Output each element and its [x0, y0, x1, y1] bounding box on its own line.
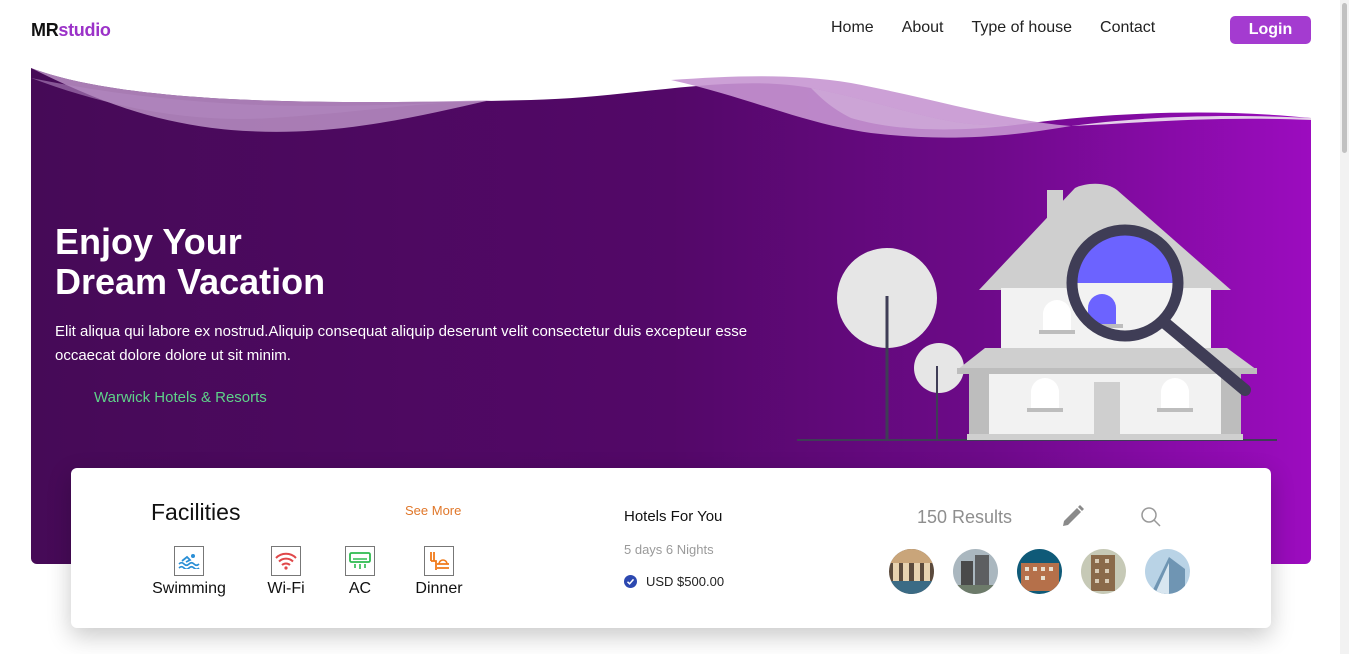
ac-icon — [345, 546, 375, 576]
facility-label: Wi-Fi — [267, 580, 305, 597]
facility-label: AC — [348, 580, 372, 597]
page-scrollbar[interactable] — [1340, 0, 1349, 654]
nav-contact-link[interactable]: Contact — [1100, 19, 1155, 37]
facilities-title: Facilities — [151, 499, 241, 525]
hero-title-line1: Enjoy Your — [55, 221, 242, 262]
facility-dinner[interactable]: Dinner — [414, 546, 464, 598]
pencil-icon[interactable] — [1060, 503, 1086, 534]
brand-logo[interactable]: MRstudio — [31, 20, 111, 41]
facility-wifi[interactable]: Wi-Fi — [263, 546, 309, 598]
wifi-icon — [271, 546, 301, 576]
hero-title-line2: Dream Vacation — [55, 261, 326, 302]
login-button[interactable]: Login — [1230, 16, 1311, 44]
hero-title: Enjoy Your Dream Vacation — [55, 222, 325, 302]
dinner-icon — [424, 546, 454, 576]
search-icon[interactable] — [1140, 506, 1162, 533]
hotels-duration: 5 days 6 Nights — [624, 542, 714, 557]
hotels-title: Hotels For You — [624, 508, 723, 525]
brand-logo-part2: studio — [58, 20, 111, 40]
hero-hotels-link[interactable]: Warwick Hotels & Resorts — [94, 389, 267, 406]
brand-logo-part1: MR — [31, 20, 59, 40]
facility-ac[interactable]: AC — [344, 546, 376, 598]
house-search-illustration — [797, 183, 1277, 441]
hotel-thumbnail-5[interactable] — [1145, 549, 1190, 594]
nav-about-link[interactable]: About — [902, 19, 944, 37]
price-row: USD $500.00 — [624, 574, 724, 589]
facility-label: Dinner — [415, 580, 463, 597]
hotel-thumbnail-2[interactable] — [953, 549, 998, 594]
hotel-thumbnail-4[interactable] — [1081, 549, 1126, 594]
see-more-link[interactable]: See More — [405, 503, 461, 518]
verified-check-icon — [624, 575, 637, 588]
hotels-price: USD $500.00 — [646, 574, 725, 589]
scrollbar-thumb[interactable] — [1342, 3, 1347, 153]
main-nav: Home About Type of house Contact — [831, 19, 1183, 37]
nav-home-link[interactable]: Home — [831, 19, 874, 37]
navbar: MRstudio Home About Type of house Contac… — [0, 0, 1340, 60]
hotel-thumbnail-3[interactable] — [1017, 549, 1062, 594]
nav-type-of-house-link[interactable]: Type of house — [972, 19, 1073, 37]
facility-label: Swimming — [152, 580, 226, 597]
hotel-thumbnail-1[interactable] — [889, 549, 934, 594]
swimming-icon — [174, 546, 204, 576]
facility-swimming[interactable]: Swimming — [151, 546, 227, 598]
results-count: 150 Results — [917, 507, 1013, 527]
info-card: Facilities See More Swimming Wi-Fi AC Di… — [71, 468, 1271, 628]
hero-description: Elit aliqua qui labore ex nostrud.Aliqui… — [55, 323, 748, 364]
